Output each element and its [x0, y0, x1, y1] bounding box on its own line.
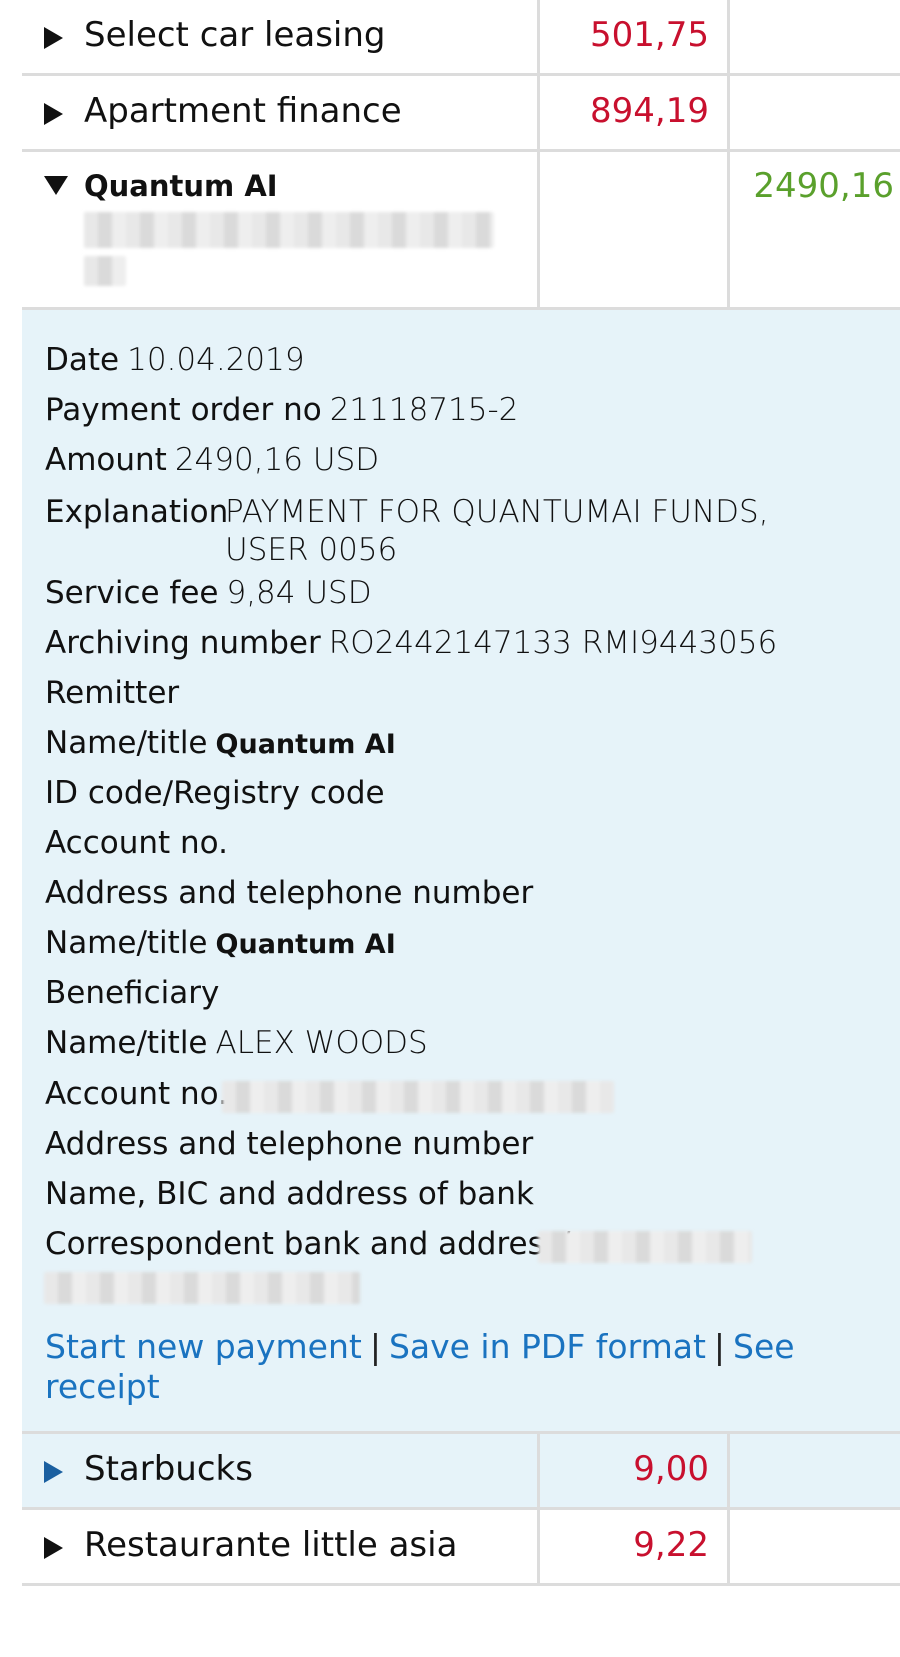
debit-amount: 501,75	[590, 15, 709, 55]
expand-arrow-icon[interactable]	[44, 27, 63, 49]
debit-cell	[540, 152, 730, 307]
id-code-label: ID code/Registry code	[45, 775, 385, 811]
detail-actions: Start new payment | Save in PDF format | See…	[45, 1327, 805, 1407]
redacted-text	[84, 256, 126, 286]
detail-remitter-address: Address and telephone number	[45, 874, 533, 912]
transaction-name: Select car leasing	[84, 15, 386, 55]
transaction-name: Apartment finance	[84, 91, 402, 131]
redacted-correspondent	[44, 1272, 360, 1304]
transaction-row[interactable]: Starbucks 9,00	[22, 1434, 900, 1510]
order-value: 21118715-2	[329, 392, 519, 428]
amount-label: Amount	[45, 442, 167, 478]
archive-value: RO2442147133 RMI9443056	[328, 625, 778, 661]
transactions-table: Select car leasing 501,75 Apartment fina…	[22, 0, 900, 1586]
bank-label: Name, BIC and address of bank	[45, 1176, 534, 1212]
debit-cell: 9,00	[540, 1434, 730, 1507]
transaction-row[interactable]: Restaurante little asia 9,22	[22, 1510, 900, 1586]
detail-amount: Amount 2490,16 USD	[45, 441, 379, 479]
date-value: 10.04.2019	[127, 342, 305, 378]
remitter-name2-value: Quantum AI	[215, 929, 396, 960]
debit-cell: 894,19	[540, 76, 730, 149]
detail-id-code: ID code/Registry code	[45, 774, 385, 812]
remitter-account-label: Account no.	[45, 825, 228, 861]
transaction-row-expanded[interactable]: Quantum AI 2490,16	[22, 152, 900, 310]
transaction-name: Quantum AI	[84, 169, 278, 203]
redacted-text	[84, 212, 494, 248]
beneficiary-heading-label: Beneficiary	[45, 975, 220, 1011]
fee-label: Service fee	[45, 575, 219, 611]
redacted-account-number	[222, 1081, 614, 1113]
remitter-name2-label: Name/title	[45, 925, 208, 961]
detail-remitter-account: Account no.	[45, 824, 228, 862]
explanation-value: PAYMENT FOR QUANTUMAI FUNDS, USER 0056	[225, 494, 769, 568]
date-label: Date	[45, 342, 120, 378]
remitter-address-label: Address and telephone number	[45, 875, 534, 911]
transaction-row[interactable]: Select car leasing 501,75	[22, 0, 900, 76]
remitter-name-label: Name/title	[45, 725, 208, 761]
transaction-name-cell: Quantum AI	[22, 152, 540, 307]
debit-amount: 9,00	[633, 1449, 709, 1489]
detail-correspondent: Correspondent bank and address/	[45, 1225, 570, 1263]
detail-archive: Archiving number RO2442147133 RMI9443056	[45, 624, 777, 662]
expand-arrow-icon[interactable]	[44, 1537, 63, 1559]
fee-value: 9,84 USD	[226, 575, 372, 611]
link-separator: |	[713, 1327, 726, 1366]
credit-cell	[730, 0, 900, 73]
remitter-name-value: Quantum AI	[215, 729, 396, 760]
beneficiary-account-label: Account no.	[45, 1076, 228, 1112]
credit-cell	[730, 76, 900, 149]
detail-beneficiary-name: Name/title ALEX WOODS	[45, 1024, 428, 1062]
explanation-label: Explanation	[45, 494, 229, 530]
beneficiary-name-value: ALEX WOODS	[215, 1025, 428, 1061]
detail-beneficiary-address: Address and telephone number	[45, 1125, 533, 1163]
amount-value: 2490,16 USD	[174, 442, 380, 478]
transaction-name-cell: Apartment finance	[22, 76, 540, 149]
detail-order: Payment order no 21118715-2	[45, 391, 518, 429]
transaction-name-cell: Restaurante little asia	[22, 1510, 540, 1583]
detail-beneficiary-account: Account no.	[45, 1075, 228, 1113]
remitter-heading: Remitter	[45, 674, 179, 712]
transaction-detail-panel: Date 10.04.2019 Payment order no 21118715-…	[22, 310, 900, 1434]
beneficiary-heading: Beneficiary	[45, 974, 219, 1012]
detail-explanation: Explanation PAYMENT FOR QUANTUMAI FUNDS,…	[45, 493, 865, 568]
start-new-payment-link[interactable]: Start new payment	[45, 1327, 362, 1366]
detail-date: Date 10.04.2019	[45, 341, 305, 379]
expand-arrow-icon[interactable]	[44, 103, 63, 125]
collapse-arrow-icon[interactable]	[44, 176, 68, 195]
credit-amount: 2490,16	[753, 166, 894, 206]
transaction-name: Restaurante little asia	[84, 1525, 458, 1565]
redacted-correspondent	[538, 1231, 752, 1263]
debit-cell: 501,75	[540, 0, 730, 73]
transaction-name: Starbucks	[84, 1449, 253, 1489]
beneficiary-name-label: Name/title	[45, 1025, 208, 1061]
detail-remitter-name-2: Name/title Quantum AI	[45, 924, 396, 964]
link-separator: |	[369, 1327, 381, 1366]
expand-arrow-icon[interactable]	[44, 1461, 63, 1483]
debit-amount: 9,22	[633, 1525, 709, 1565]
beneficiary-address-label: Address and telephone number	[45, 1126, 534, 1162]
order-label: Payment order no	[45, 392, 322, 428]
archive-label: Archiving number	[45, 625, 321, 661]
detail-remitter-name: Name/title Quantum AI	[45, 724, 396, 764]
detail-bank: Name, BIC and address of bank	[45, 1175, 534, 1213]
debit-amount: 894,19	[590, 91, 709, 131]
remitter-heading-label: Remitter	[45, 675, 180, 711]
correspondent-label: Correspondent bank and address/	[45, 1226, 571, 1262]
save-pdf-link[interactable]: Save in PDF format	[389, 1327, 706, 1366]
transaction-name-cell: Starbucks	[22, 1434, 540, 1507]
credit-cell	[730, 1510, 900, 1583]
detail-service-fee: Service fee 9,84 USD	[45, 574, 372, 612]
transaction-row[interactable]: Apartment finance 894,19	[22, 76, 900, 152]
credit-cell: 2490,16	[730, 152, 900, 307]
credit-cell	[730, 1434, 900, 1507]
transaction-name-cell: Select car leasing	[22, 0, 540, 73]
debit-cell: 9,22	[540, 1510, 730, 1583]
